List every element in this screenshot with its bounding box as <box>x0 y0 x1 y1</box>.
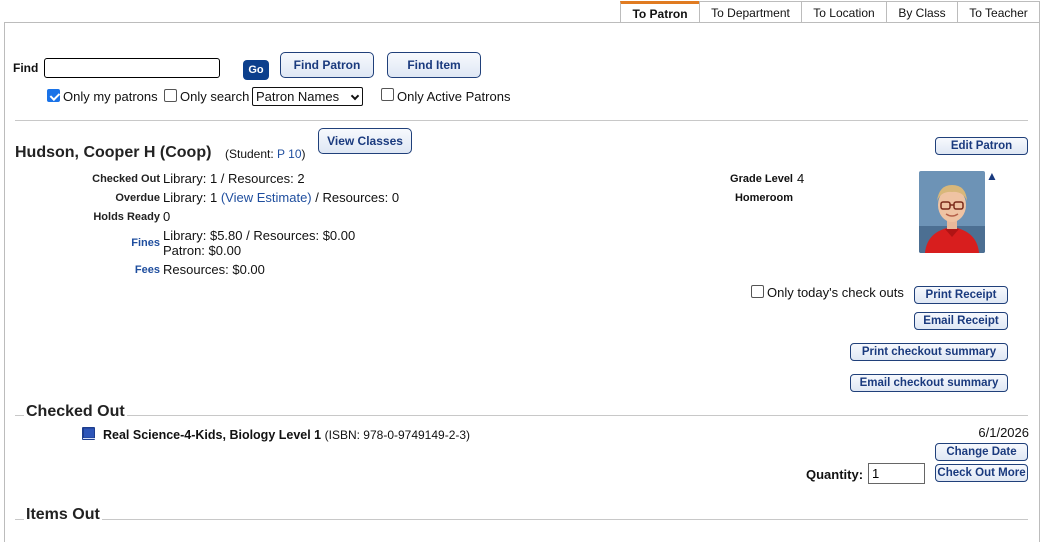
find-input[interactable] <box>44 58 220 78</box>
only-active-patrons-checkbox[interactable] <box>381 88 394 101</box>
tab-to-location[interactable]: To Location <box>801 1 887 23</box>
fees-value: Resources: $0.00 <box>163 262 265 277</box>
tab-to-patron[interactable]: To Patron <box>620 1 700 23</box>
due-date: 6/1/2026 <box>978 425 1029 440</box>
only-search-label: Only search <box>180 89 250 104</box>
destination-tabs: To Patron To Department To Location By C… <box>620 1 1040 23</box>
section-divider <box>15 415 1028 416</box>
checked-out-label: Checked Out <box>92 173 160 185</box>
print-checkout-summary-button[interactable]: Print checkout summary <box>850 343 1008 361</box>
overdue-prefix: Library: <box>163 190 207 205</box>
check-out-more-button[interactable]: Check Out More <box>935 464 1028 482</box>
holds-ready-value: 0 <box>163 209 171 224</box>
patron-name: Hudson, Cooper H (Coop) <box>15 144 212 161</box>
checked-out-item: Real Science-4-Kids, Biology Level 1 (IS… <box>103 428 470 442</box>
tab-by-class[interactable]: By Class <box>886 1 958 23</box>
patron-photo-image <box>919 171 985 253</box>
fines-line1: Library: $5.80 / Resources: $0.00 <box>163 228 356 243</box>
overdue-label: Overdue <box>115 192 160 204</box>
only-today-label: Only today's check outs <box>767 285 904 300</box>
section-divider-items-out <box>15 519 1028 520</box>
only-my-patrons-label: Only my patrons <box>63 89 158 104</box>
patron-type: (Student: P 10) <box>225 147 306 161</box>
only-active-patrons-label: Only Active Patrons <box>397 89 511 104</box>
checked-out-value: Library: 1 / Resources: 2 <box>163 171 305 186</box>
quantity-label: Quantity: <box>806 467 864 482</box>
patron-barcode-link[interactable]: P 10 <box>277 147 301 161</box>
book-icon <box>81 426 96 441</box>
print-receipt-button[interactable]: Print Receipt <box>914 286 1008 304</box>
email-checkout-summary-button[interactable]: Email checkout summary <box>850 374 1008 392</box>
patron-photo <box>919 171 985 253</box>
holds-ready-label: Holds Ready <box>93 211 160 223</box>
collapse-up-icon[interactable]: ▲ <box>986 169 998 183</box>
fees-link[interactable]: Fees <box>0 264 160 276</box>
overdue-library-count: 1 <box>209 190 218 205</box>
fines-line2: Patron: $0.00 <box>163 243 242 258</box>
divider <box>15 120 1028 121</box>
grade-level-label: Grade Level <box>730 173 793 185</box>
item-isbn: (ISBN: 978-0-9749149-2-3) <box>324 428 471 442</box>
homeroom-label: Homeroom <box>734 192 793 204</box>
only-my-patrons-checkbox[interactable] <box>47 89 60 102</box>
overdue-value: Library: 1 (View Estimate) / Resources: … <box>163 190 399 205</box>
search-field-selected: Patron Names <box>256 89 340 104</box>
tab-to-teacher[interactable]: To Teacher <box>957 1 1040 23</box>
item-title: Real Science-4-Kids, Biology Level 1 <box>103 428 322 442</box>
view-estimate-link[interactable]: (View Estimate) <box>221 190 312 205</box>
only-search-checkbox[interactable] <box>164 89 177 102</box>
change-date-button[interactable]: Change Date <box>935 443 1028 461</box>
email-receipt-button[interactable]: Email Receipt <box>914 312 1008 330</box>
patron-type-suffix: ) <box>301 147 306 161</box>
fines-link[interactable]: Fines <box>0 237 160 249</box>
go-button[interactable]: Go <box>243 60 269 80</box>
quantity-input[interactable] <box>868 463 925 484</box>
items-out-section-title: Items Out <box>24 506 102 524</box>
find-label: Find <box>13 61 39 75</box>
edit-patron-button[interactable]: Edit Patron <box>935 137 1028 155</box>
only-today-checkbox[interactable] <box>751 285 764 298</box>
overdue-suffix: / Resources: 0 <box>315 190 400 205</box>
grade-level-value: 4 <box>797 171 805 186</box>
tab-to-department[interactable]: To Department <box>699 1 802 23</box>
chevron-down-icon <box>350 91 360 101</box>
checked-out-section-title: Checked Out <box>24 403 127 421</box>
view-classes-button[interactable]: View Classes <box>318 128 412 154</box>
find-patron-button[interactable]: Find Patron <box>280 52 374 78</box>
search-field-select[interactable]: Patron Names <box>252 87 363 106</box>
find-item-button[interactable]: Find Item <box>387 52 481 78</box>
patron-type-prefix: (Student: <box>225 147 274 161</box>
